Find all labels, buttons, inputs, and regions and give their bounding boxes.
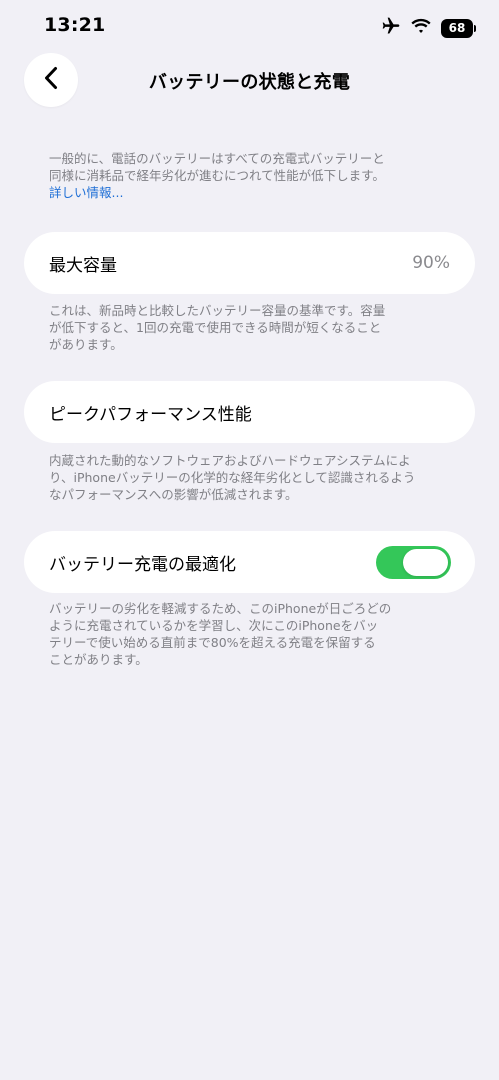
battery-level: 68	[448, 21, 466, 35]
peak-performance-note: 内蔵された動的なソフトウェアおよびハードウェアシステムによ り、iPhoneバッ…	[49, 452, 453, 503]
optimized-charging-toggle[interactable]	[376, 546, 451, 579]
peak-performance-note-line-2: り、iPhoneバッテリーの化学的な経年劣化として認識されるよう	[49, 470, 416, 485]
status-time: 13:21	[44, 14, 106, 36]
max-capacity-label: 最大容量	[49, 255, 117, 276]
peak-performance-row[interactable]: ピークパフォーマンス性能	[24, 381, 475, 443]
optimized-charging-note-line-1: バッテリーの劣化を軽減するため、このiPhoneが日ごろどの	[49, 601, 392, 616]
max-capacity-row: 最大容量 90%	[24, 232, 475, 294]
intro-line-2: 同様に消耗品で経年劣化が進むにつれて性能が低下します。	[49, 168, 385, 183]
optimized-charging-note-line-2: ように充電されているかを学習し、次にこのiPhoneをバッ	[49, 618, 379, 633]
max-capacity-note-line-3: があります。	[49, 337, 123, 352]
peak-performance-note-line-1: 内蔵された動的なソフトウェアおよびハードウェアシステムによ	[49, 453, 411, 468]
optimized-charging-label: バッテリー充電の最適化	[49, 554, 236, 575]
battery-icon: 68	[441, 18, 476, 38]
peak-performance-note-line-3: なパフォーマンスへの影響が低減されます。	[49, 487, 298, 502]
toggle-knob	[403, 549, 448, 576]
status-bar: 13:21 68	[0, 0, 499, 54]
optimized-charging-row: バッテリー充電の最適化	[24, 531, 475, 593]
wifi-icon	[411, 18, 431, 38]
intro-line-1: 一般的に、電話のバッテリーはすべての充電式バッテリーと	[49, 151, 385, 166]
optimized-charging-note-line-4: ことがあります。	[49, 652, 148, 667]
learn-more-link[interactable]: 詳しい情報...	[49, 184, 453, 201]
status-icons: 68	[381, 16, 476, 40]
intro-text: 一般的に、電話のバッテリーはすべての充電式バッテリーと 同様に消耗品で経年劣化が…	[49, 150, 453, 201]
page-title: バッテリーの状態と充電	[148, 72, 351, 93]
max-capacity-note-line-2: が低下すると、1回の充電で使用できる時間が短くなること	[49, 320, 382, 335]
battery-health-screen: 13:21 68 バッテリーの状態と充電 一般的に、電話のバッテリーはすべての充…	[0, 0, 499, 1080]
max-capacity-note-line-1: これは、新品時と比較したバッテリー容量の基準です。容量	[49, 303, 386, 318]
airplane-icon	[381, 16, 401, 40]
max-capacity-value: 90%	[412, 253, 450, 273]
optimized-charging-note: バッテリーの劣化を軽減するため、このiPhoneが日ごろどの ように充電されてい…	[49, 600, 453, 668]
max-capacity-note: これは、新品時と比較したバッテリー容量の基準です。容量 が低下すると、1回の充電…	[49, 302, 453, 353]
optimized-charging-note-line-3: テリーで使い始める直前まで80%を超える充電を保留する	[49, 635, 376, 650]
peak-performance-label: ピークパフォーマンス性能	[49, 404, 252, 425]
